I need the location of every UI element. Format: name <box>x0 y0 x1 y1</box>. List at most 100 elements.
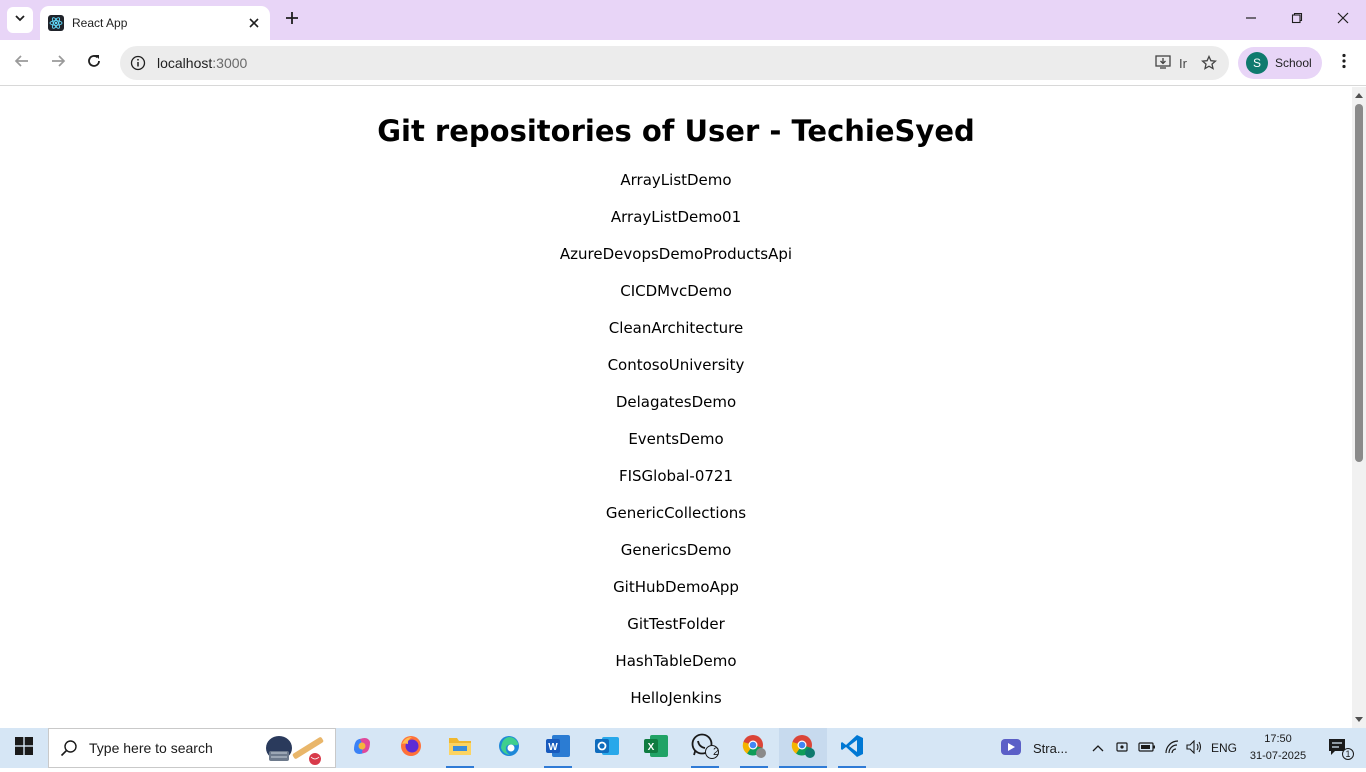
taskbar-edge[interactable] <box>485 728 533 768</box>
close-window-button[interactable] <box>1320 0 1366 40</box>
repository-item: DelagatesDemo <box>615 393 737 411</box>
firefox-icon <box>399 734 423 763</box>
install-hint-text: Ir <box>1179 55 1187 71</box>
taskbar-whatsapp[interactable]: 2 <box>681 728 729 768</box>
repository-item: GitTestFolder <box>627 615 725 633</box>
tab-search-button[interactable] <box>7 7 33 33</box>
restore-button[interactable] <box>1274 0 1320 40</box>
taskbar-file-explorer[interactable] <box>436 728 484 768</box>
minimize-icon <box>1245 11 1257 29</box>
tab-react-app[interactable]: React App <box>40 6 270 40</box>
arrow-left-icon <box>14 53 30 74</box>
repository-item: HelloJenkins <box>630 689 722 707</box>
repository-item: FISGlobal-0721 <box>618 467 733 485</box>
chrome-icon <box>790 733 816 764</box>
taskbar-clock[interactable]: 17:50 31-07-2025 <box>1244 731 1312 765</box>
tab-title: React App <box>72 16 128 30</box>
show-hidden-icons-button[interactable] <box>1089 728 1107 768</box>
scroll-down-arrow-icon[interactable] <box>1352 714 1366 726</box>
notification-center-button[interactable]: 1 <box>1318 728 1358 768</box>
restore-icon <box>1291 11 1303 29</box>
outlook-icon <box>594 734 620 763</box>
battery-button[interactable] <box>1137 728 1157 768</box>
reload-button[interactable] <box>78 47 110 79</box>
url-text[interactable]: localhost:3000 <box>157 55 1155 71</box>
bookmark-star-icon[interactable] <box>1201 50 1217 76</box>
search-placeholder: Type here to search <box>89 740 213 756</box>
url-port: :3000 <box>212 55 248 71</box>
new-tab-button[interactable] <box>280 8 304 32</box>
taskbar-excel[interactable]: X <box>632 728 680 768</box>
clock-time: 17:50 <box>1264 733 1292 745</box>
taskbar-chrome-profile-1[interactable] <box>730 728 778 768</box>
arrow-right-icon <box>50 53 66 74</box>
wifi-icon <box>1164 739 1180 757</box>
windows-taskbar: Type here to search W X 2 Stra... ENG 17… <box>0 728 1366 768</box>
video-camera-icon <box>1000 738 1022 759</box>
kebab-menu-icon <box>1342 53 1346 74</box>
network-button[interactable] <box>1162 728 1182 768</box>
taskbar-firefox[interactable] <box>387 728 435 768</box>
vscode-icon <box>840 734 864 763</box>
meet-now-button[interactable] <box>1113 728 1131 768</box>
repository-item: GenericCollections <box>605 504 747 522</box>
page-content: Git repositories of User - TechieSyed Ar… <box>0 87 1352 728</box>
stream-label: Stra... <box>1033 740 1068 756</box>
search-icon <box>49 739 89 757</box>
whatsapp-badge: 2 <box>712 746 720 758</box>
chevron-down-icon <box>14 11 26 29</box>
back-button[interactable] <box>6 47 38 79</box>
scroll-up-arrow-icon[interactable] <box>1352 89 1366 101</box>
plus-icon <box>285 11 299 30</box>
notification-count: 1 <box>1342 748 1354 760</box>
site-info-icon[interactable] <box>125 50 151 76</box>
stream-app-button[interactable]: Stra... <box>1000 728 1086 768</box>
svg-text:X: X <box>648 742 655 753</box>
volume-button[interactable] <box>1185 728 1205 768</box>
repository-item: ArrayListDemo01 <box>610 208 742 226</box>
browser-toolbar: localhost:3000 Ir S School <box>0 40 1366 86</box>
browser-menu-button[interactable] <box>1330 47 1358 79</box>
url-host: localhost <box>157 55 213 71</box>
repository-item: CICDMvcDemo <box>620 282 732 300</box>
repository-item: GenericsDemo <box>620 541 732 559</box>
start-button[interactable] <box>0 728 48 768</box>
page-scrollbar[interactable] <box>1352 87 1366 728</box>
repository-item: GitHubDemoApp <box>613 578 739 596</box>
taskbar-word[interactable]: W <box>534 728 582 768</box>
taskbar-outlook[interactable] <box>583 728 631 768</box>
word-icon: W <box>545 734 571 763</box>
folder-icon <box>448 735 472 762</box>
scrollbar-thumb[interactable] <box>1355 104 1363 462</box>
webcam-icon <box>1115 740 1129 757</box>
taskbar-search-box[interactable]: Type here to search <box>48 728 336 768</box>
chrome-icon <box>741 733 767 764</box>
chevron-up-icon <box>1092 741 1104 755</box>
taskbar-copilot[interactable] <box>338 728 386 768</box>
copilot-icon <box>350 734 374 763</box>
clock-date: 31-07-2025 <box>1249 750 1307 762</box>
cricket-highlight-icon <box>263 731 327 767</box>
input-language-button[interactable]: ENG <box>1208 728 1240 768</box>
repository-item: ArrayListDemo <box>620 171 732 189</box>
page-title: Git repositories of User - TechieSyed <box>377 114 975 148</box>
close-tab-icon[interactable] <box>242 11 266 35</box>
speaker-icon <box>1186 739 1204 757</box>
repository-item: AzureDevopsDemoProductsApi <box>559 245 793 263</box>
install-icon <box>1155 54 1173 73</box>
repository-item: EventsDemo <box>628 430 724 448</box>
battery-icon <box>1138 741 1156 755</box>
address-bar[interactable]: localhost:3000 Ir <box>120 46 1229 80</box>
repository-item: HashTableDemo <box>615 652 737 670</box>
forward-button[interactable] <box>42 47 74 79</box>
react-logo-icon <box>48 15 64 31</box>
avatar: S <box>1246 52 1268 74</box>
profile-button[interactable]: S School <box>1238 47 1322 79</box>
install-app-button[interactable]: Ir <box>1155 50 1187 76</box>
taskbar-chrome-profile-2[interactable] <box>779 728 827 768</box>
minimize-button[interactable] <box>1228 0 1274 40</box>
repository-item: CleanArchitecture <box>608 319 744 337</box>
repository-list: ArrayListDemo ArrayListDemo01 AzureDevop… <box>0 162 1352 717</box>
taskbar-vscode[interactable] <box>828 728 876 768</box>
edge-icon <box>497 734 521 763</box>
